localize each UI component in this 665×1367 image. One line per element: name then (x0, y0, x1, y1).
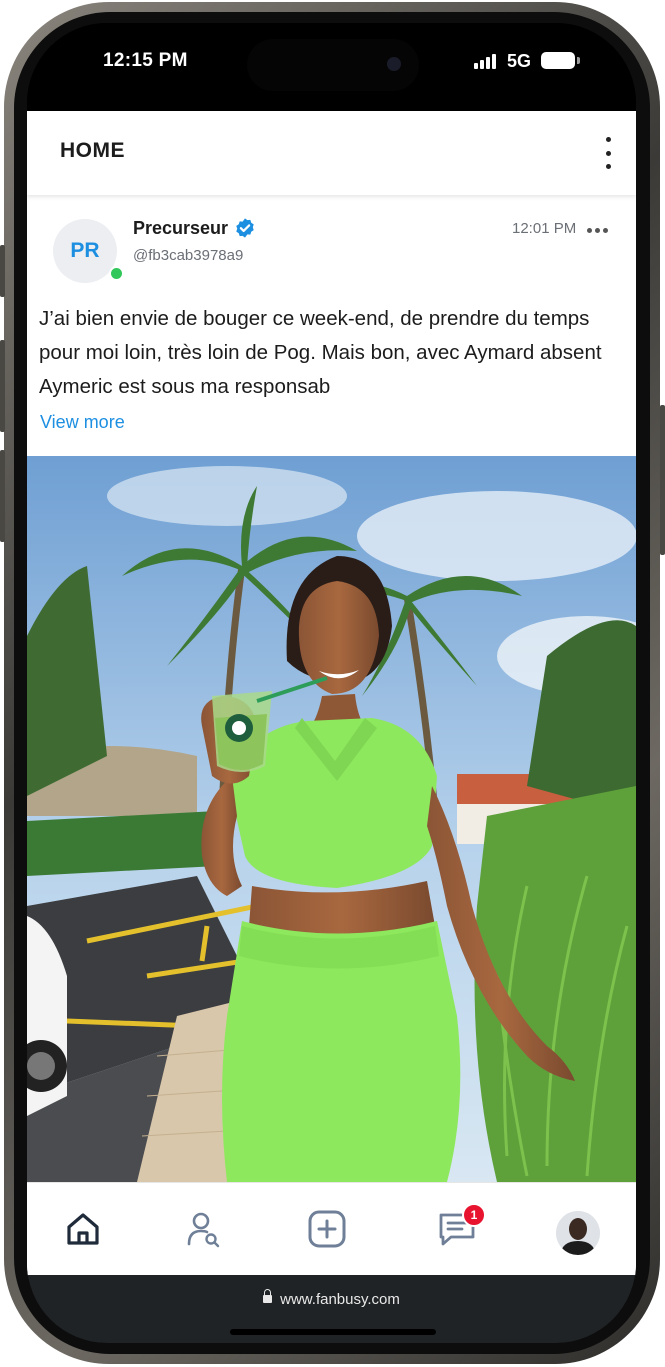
verified-badge-icon (236, 218, 254, 238)
mute-switch (0, 245, 5, 297)
add-post-icon[interactable] (305, 1207, 349, 1251)
bottom-nav: 1 (27, 1182, 636, 1276)
volume-up-button (0, 340, 5, 432)
author-avatar[interactable]: PR (53, 219, 117, 283)
post-time: 12:01 PM (512, 220, 577, 237)
status-time: 12:15 PM (103, 50, 188, 71)
battery-icon (541, 52, 575, 69)
home-indicator[interactable] (230, 1329, 436, 1335)
signal-icon (474, 54, 496, 69)
page-title: HOME (60, 139, 125, 162)
post-text: J’ai bien envie de bouger ce week-end, d… (39, 307, 602, 398)
post-image[interactable] (27, 456, 636, 1182)
home-icon[interactable] (61, 1207, 105, 1251)
url-text: www.fanbusy.com (280, 1291, 400, 1308)
top-bar: HOME (27, 111, 636, 195)
view-more-link[interactable]: View more (40, 412, 125, 433)
phone-screen: 12:15 PM 5G HOME PR Precurseur @fb3cab39… (27, 23, 636, 1343)
post-options-icon[interactable] (587, 228, 608, 233)
battery-tip (577, 57, 580, 64)
lock-icon (263, 1289, 273, 1303)
app-content: HOME PR Precurseur @fb3cab3978a9 12:01 P… (27, 111, 636, 1276)
author-name[interactable]: Precurseur (133, 218, 228, 239)
power-button (660, 405, 665, 555)
online-status-dot (109, 266, 124, 281)
post-photo-illustration (27, 456, 636, 1182)
author-row: Precurseur (133, 217, 256, 239)
camera-icon (387, 57, 401, 71)
status-bar: 12:15 PM 5G (27, 23, 636, 111)
volume-down-button (0, 450, 5, 542)
more-vertical-icon[interactable] (602, 137, 614, 169)
url-row: www.fanbusy.com (27, 1289, 636, 1308)
profile-avatar[interactable] (556, 1211, 600, 1255)
author-handle: @fb3cab3978a9 (133, 247, 244, 264)
search-user-icon[interactable] (181, 1207, 225, 1251)
messages-badge: 1 (462, 1203, 486, 1227)
network-type: 5G (507, 51, 532, 71)
